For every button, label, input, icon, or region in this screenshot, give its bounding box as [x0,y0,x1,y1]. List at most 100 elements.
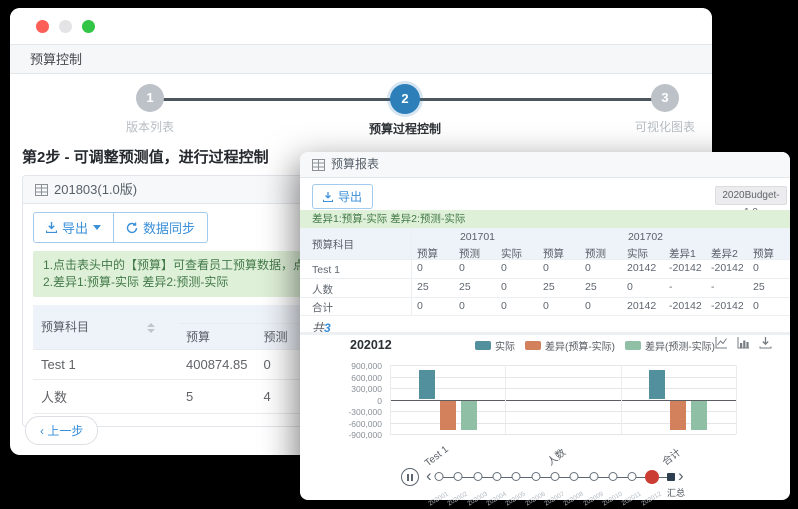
timeline-prev-icon[interactable]: ‹ [426,465,432,487]
column-header[interactable]: 预算 [178,323,255,349]
value-cell: 0 [496,298,538,316]
column-header-subject[interactable]: 预算科目 [33,305,178,349]
table-icon [312,159,325,171]
previous-step-button[interactable]: ‹ 上一步 [25,416,98,445]
timeline-point-202005[interactable] [512,472,521,481]
legend-swatch [625,341,641,350]
stepper-step-1[interactable]: 1版本列表 [80,84,220,135]
legend-swatch [475,341,491,350]
timeline-pause-button[interactable] [401,468,419,486]
report-export-button[interactable]: 导出 [312,184,373,209]
step-label: 版本列表 [80,118,220,135]
category-gridline [390,365,391,434]
timeline-point-202008[interactable] [570,472,579,481]
bar-实际 [649,370,665,400]
timeline-point-202006[interactable] [531,472,540,481]
data-sync-button[interactable]: 数据同步 [113,212,208,243]
refresh-icon [126,222,138,234]
column-group-header [748,228,790,244]
panel-title: 201803(1.0版) [54,176,137,203]
bar-chart-icon[interactable] [737,336,750,349]
legend-item[interactable]: 差异(预算-实际) [525,338,615,353]
timeline-point-202007[interactable] [551,472,560,481]
value-cell: 0 [412,298,454,316]
timeline-point-202001[interactable] [435,472,444,481]
stepper-step-3[interactable]: 3 可视化图表 [595,84,735,135]
step-number: 3 [651,84,679,112]
save-image-icon[interactable] [759,336,772,349]
legend-label: 实际 [495,338,515,353]
bar-实际 [419,370,435,400]
y-tick-label: 900,000 [302,361,382,371]
y-tick-label: -900,000 [302,430,382,440]
timeline-point-202009[interactable] [589,472,598,481]
timeline-next-icon[interactable]: › [678,465,684,487]
bar-chart-plot [390,365,736,434]
x-axis-label: Test 1 [415,444,450,475]
y-tick-label: 600,000 [302,373,382,383]
step-label: 可视化图表 [595,118,735,135]
column-header[interactable]: 差异2 [706,244,748,260]
stepper-step-2[interactable]: 2 预算过程控制 [335,84,475,137]
maximize-button[interactable] [82,20,95,33]
data-sync-label: 数据同步 [143,218,195,237]
bar-差异(预算-实际) [670,401,686,431]
value-cell: 0 [580,260,622,279]
column-header[interactable]: 实际 [622,244,664,260]
value-cell: -20142 [706,260,748,279]
gridline [390,377,736,378]
download-icon [46,222,57,233]
timeline-point-202002[interactable] [454,472,463,481]
subject-cell: 人数 [33,379,178,413]
timeline-label: 202012 [640,491,662,508]
sort-icon[interactable] [147,323,155,333]
value-cell: 0 [496,279,538,298]
timeline-point-202003[interactable] [473,472,482,481]
step-number: 2 [390,84,420,114]
timeline-point-202011[interactable] [628,472,637,481]
y-tick-label: 300,000 [302,384,382,394]
export-label: 导出 [62,218,88,237]
caret-down-icon [93,225,101,230]
legend-item[interactable]: 差异(预测-实际) [625,338,715,353]
value-cell: 25 [454,279,496,298]
close-button[interactable] [36,20,49,33]
category-gridline [621,365,622,434]
timeline-label: 202005 [505,491,527,508]
table-icon [35,184,48,196]
step-label: 预算过程控制 [335,120,475,137]
column-header[interactable]: 预算 [412,244,454,260]
legend-swatch [525,341,541,350]
column-header-subject[interactable]: 预算科目 [300,228,412,260]
timeline-point-202012[interactable] [645,470,659,484]
value-cell: - [664,279,706,298]
legend-item[interactable]: 实际 [475,338,515,353]
bar-差异(预测-实际) [691,401,707,431]
column-header[interactable]: 预测 [580,244,622,260]
timeline-point-汇总[interactable] [667,473,675,481]
gridline [390,365,736,366]
timeline-label: 202010 [601,491,623,508]
column-group-header: 201701 [412,228,538,244]
legend-label: 差异(预算-实际) [545,338,615,353]
stepper: 1版本列表2预算过程控制3可视化图表 [10,74,712,136]
timeline-label: 202001 [427,491,449,508]
column-header[interactable]: 预测 [454,244,496,260]
bar-差异(预测-实际) [461,401,477,431]
minimize-button[interactable] [59,20,72,33]
column-header[interactable]: 预算 [748,244,790,260]
value-cell: 25 [748,279,790,298]
line-chart-icon[interactable] [715,336,728,349]
timeline-point-202004[interactable] [493,472,502,481]
export-button[interactable]: 导出 [33,212,114,243]
column-header[interactable]: 实际 [496,244,538,260]
subject-cell: Test 1 [33,349,178,379]
column-header[interactable]: 差异1 [664,244,706,260]
value-cell: 25 [580,279,622,298]
value-cell: 0 [748,298,790,316]
timeline-point-202010[interactable] [609,472,618,481]
download-icon [323,192,333,202]
category-gridline [505,365,506,434]
column-header[interactable]: 预算 [538,244,580,260]
value-cell: - [706,279,748,298]
